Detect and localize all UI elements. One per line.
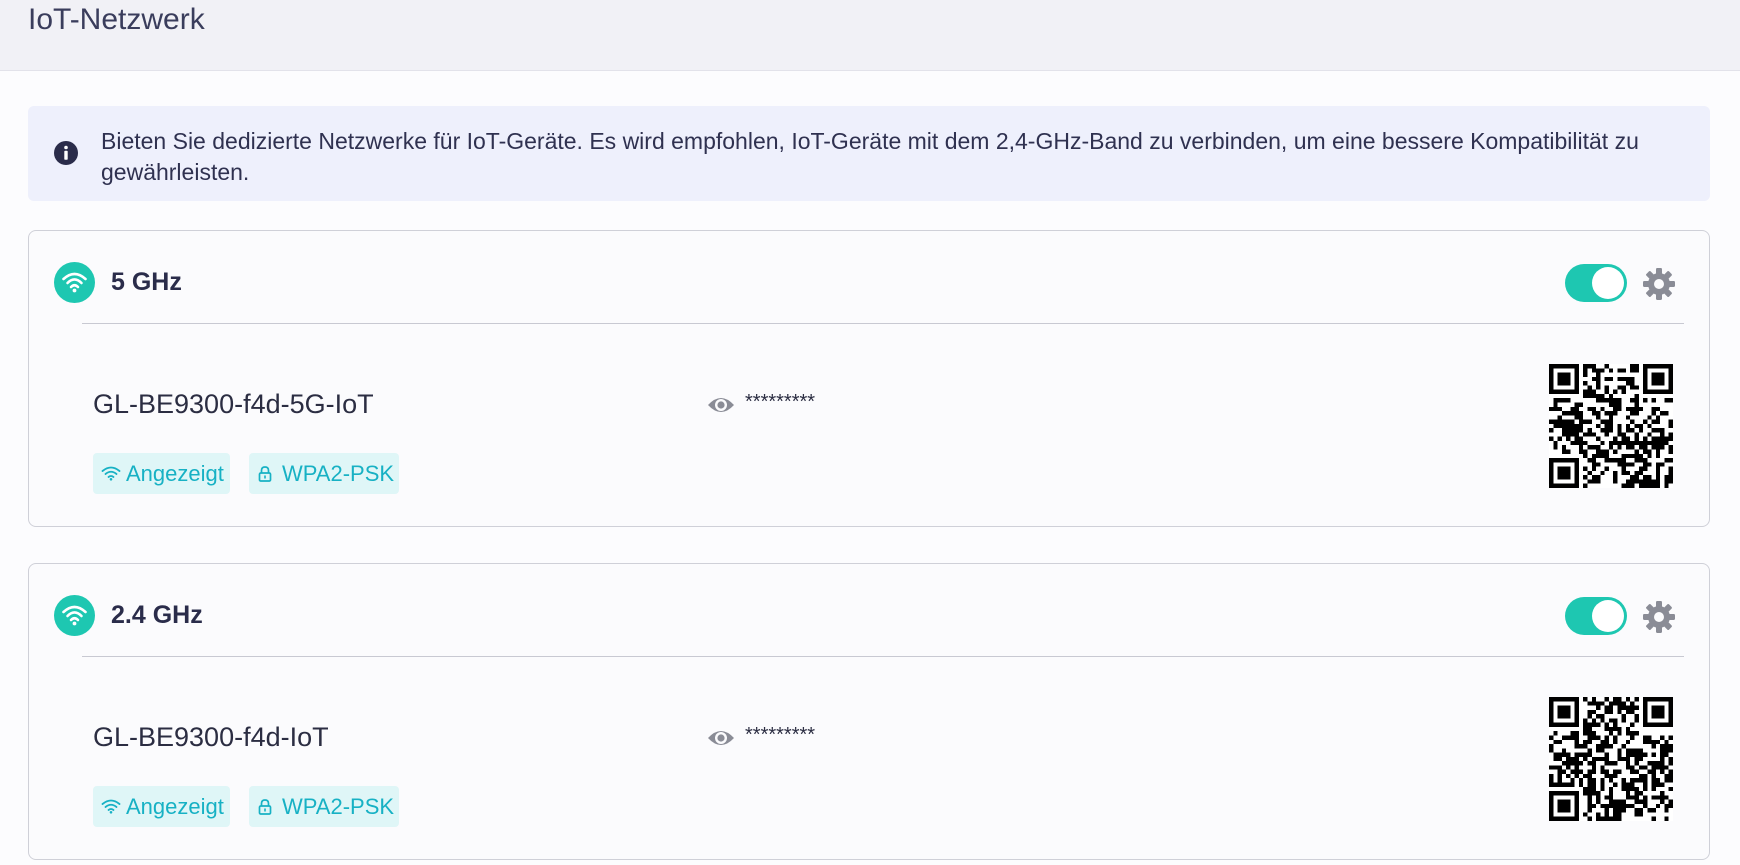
visibility-tag: Angezeigt [93, 453, 230, 494]
info-circle-icon [54, 141, 78, 165]
password-masked: ********* [745, 724, 816, 746]
ssid-label: GL-BE9300-f4d-IoT [93, 722, 329, 752]
password-masked: ********* [745, 391, 816, 413]
wifi-qr-code [1549, 364, 1673, 488]
page-title: IoT-Netzwerk [28, 3, 205, 36]
security-tag: WPA2-PSK [249, 786, 399, 827]
info-text: Bieten Sie dedizierte Netzwerke für IoT-… [101, 128, 1639, 185]
tag-label: Angezeigt [126, 461, 224, 486]
divider [82, 656, 1684, 657]
enable-toggle[interactable] [1565, 264, 1627, 302]
tag-label: WPA2-PSK [282, 794, 395, 819]
band-label: 5 GHz [111, 268, 182, 296]
eye-icon[interactable] [707, 393, 735, 417]
network-card-2-4ghz: 2.4 GHz GL-BE9300-f4d-IoT ********* Ange… [28, 563, 1710, 860]
tag-label: Angezeigt [126, 794, 224, 819]
info-banner: Bieten Sie dedizierte Netzwerke für IoT-… [28, 106, 1710, 201]
tag-label: WPA2-PSK [282, 461, 395, 486]
divider [82, 323, 1684, 324]
wifi-icon [54, 595, 95, 636]
toggle-knob [1592, 267, 1624, 299]
visibility-tag: Angezeigt [93, 786, 230, 827]
settings-gear-icon[interactable] [1642, 267, 1676, 301]
wifi-broadcast-icon [101, 466, 121, 481]
settings-gear-icon[interactable] [1642, 600, 1676, 634]
enable-toggle[interactable] [1565, 597, 1627, 635]
security-tag: WPA2-PSK [249, 453, 399, 494]
lock-icon [258, 466, 272, 482]
lock-icon [258, 799, 272, 815]
toggle-knob [1592, 600, 1624, 632]
wifi-broadcast-icon [101, 799, 121, 814]
wifi-qr-code [1549, 697, 1673, 821]
ssid-label: GL-BE9300-f4d-5G-IoT [93, 389, 374, 419]
page-header: IoT-Netzwerk [0, 0, 1740, 71]
network-card-5ghz: 5 GHz GL-BE9300-f4d-5G-IoT ********* Ang… [28, 230, 1710, 527]
eye-icon[interactable] [707, 726, 735, 750]
wifi-icon [54, 262, 95, 303]
card-header: 2.4 GHz [29, 564, 1709, 658]
card-header: 5 GHz [29, 231, 1709, 325]
band-label: 2.4 GHz [111, 601, 203, 629]
